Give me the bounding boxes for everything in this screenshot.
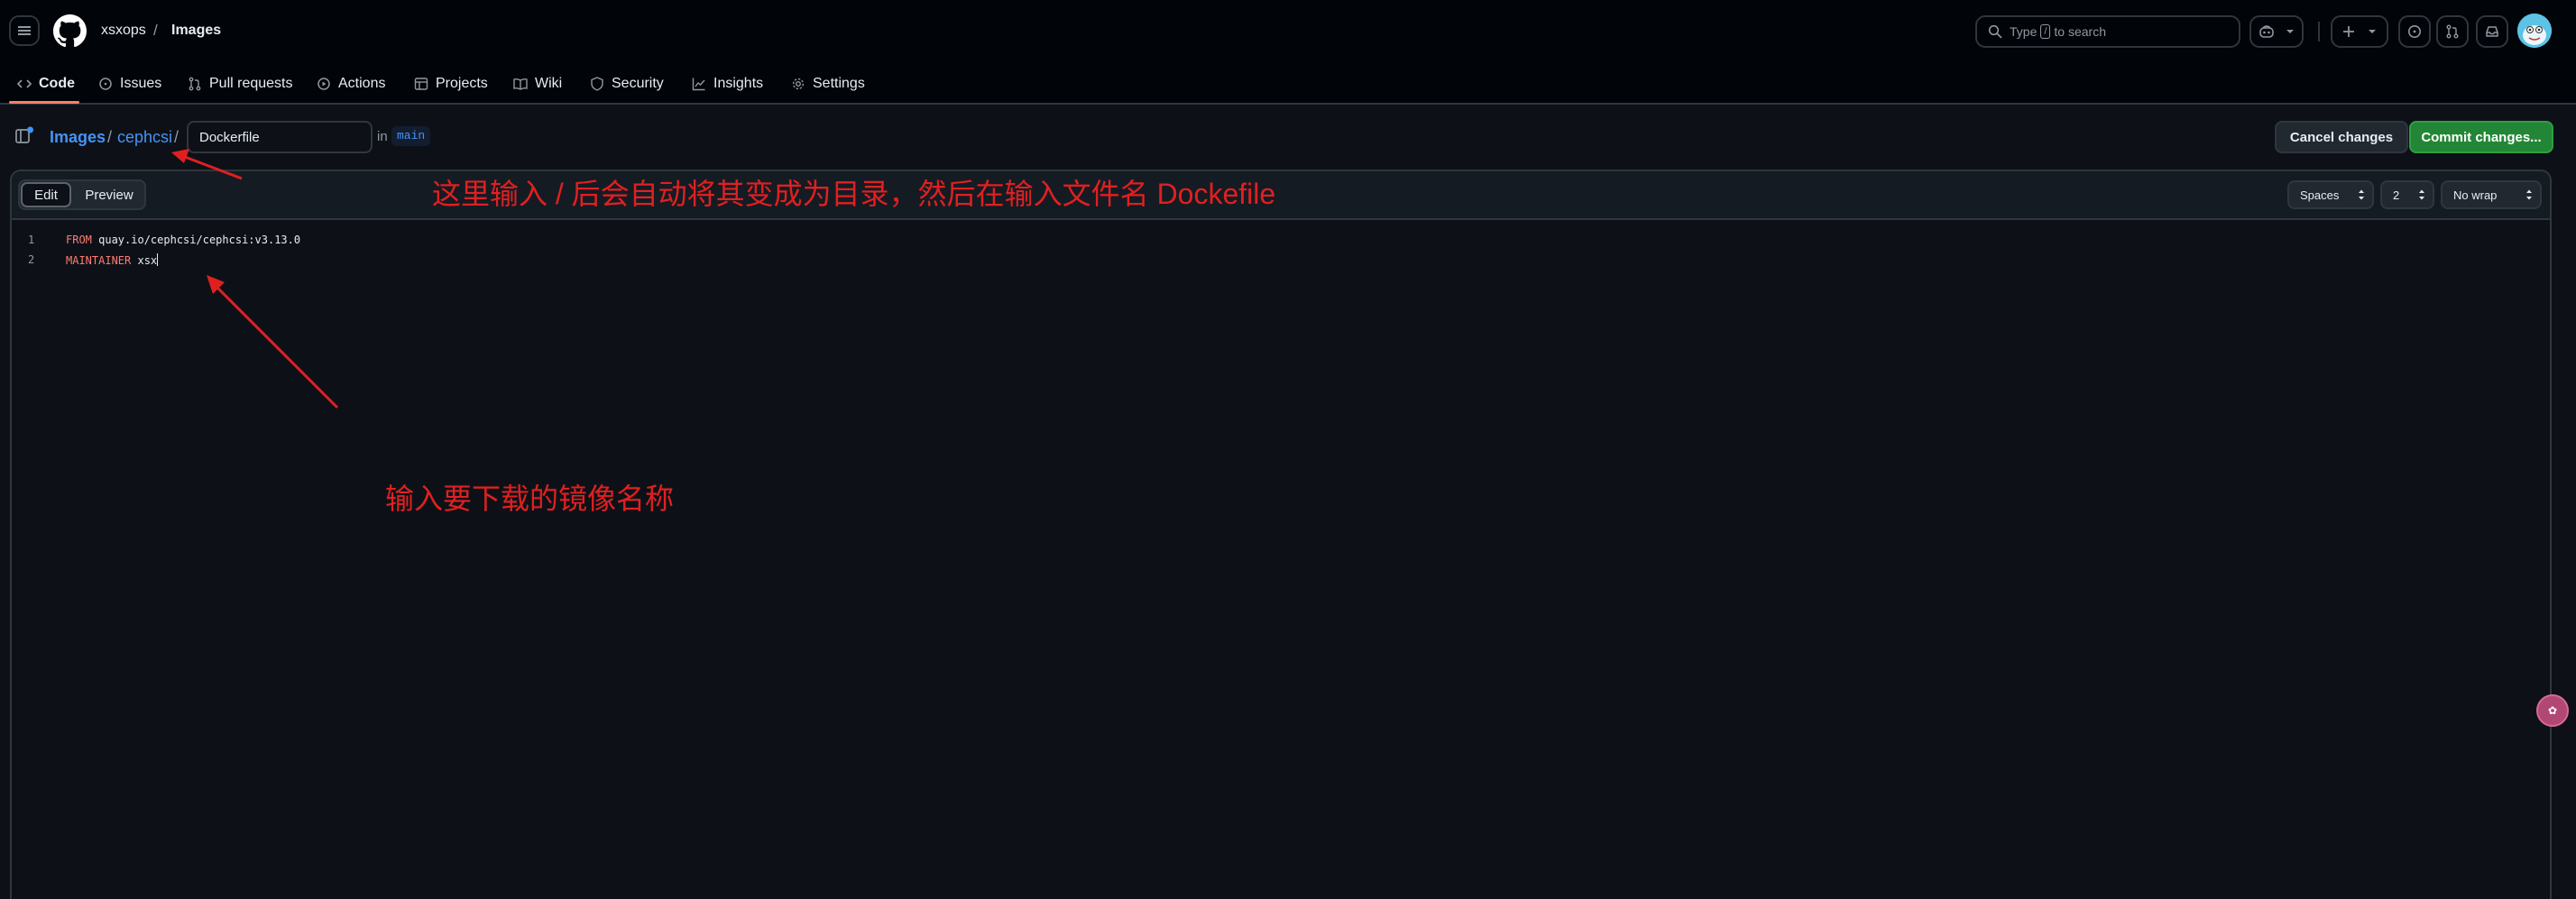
indent-size-select[interactable]: 2 [2380,180,2434,209]
tab-settings-label: Settings [813,76,865,91]
branch-in-label: in [377,129,388,144]
avatar-image [2517,14,2552,48]
tab-settings[interactable]: Settings [791,70,865,97]
issue-opened-icon [99,78,112,90]
tab-preview[interactable]: Preview [74,182,144,207]
file-path-bar: Images / cephcsi / in main Cancel change… [0,105,2576,170]
line-number: 2 [28,253,35,266]
tab-wiki[interactable]: Wiki [513,70,562,97]
header-divider [2318,22,2320,41]
text-cursor [157,253,159,266]
tab-issues-label: Issues [120,76,162,91]
tab-edit[interactable]: Edit [21,182,71,207]
cancel-changes-button[interactable]: Cancel changes [2275,121,2408,153]
create-new-button[interactable] [2331,15,2388,48]
tab-code[interactable]: Code [17,70,75,97]
global-header: xsxops / Images Type / to search [0,0,2576,63]
tab-security[interactable]: Security [590,70,664,97]
copilot-icon [2259,25,2274,38]
tab-wiki-label: Wiki [535,76,563,91]
repository-nav: Code Issues Pull requests Actions Projec… [0,63,2576,105]
tab-projects-label: Projects [436,76,488,91]
hamburger-icon [18,26,31,35]
code-editor: Edit Preview Spaces 2 No wrap 1 FROM qua… [10,170,2552,899]
notifications-button[interactable] [2476,15,2508,48]
tab-code-label: Code [39,76,75,91]
branch-name-badge: main [391,126,431,146]
chevron-down-icon [2369,30,2376,33]
search-prefix: Type [2010,24,2038,39]
file-tree-toggle-icon[interactable] [14,125,35,147]
code-text: xsx [131,254,158,267]
commit-changes-button[interactable]: Commit changes... [2409,121,2553,153]
line-number: 1 [28,234,35,246]
breadcrumb-separator: / [153,22,158,39]
breadcrumb-repo[interactable]: Images [171,23,221,39]
inbox-icon [2486,26,2498,37]
copilot-button[interactable] [2249,15,2304,48]
tab-actions-label: Actions [338,76,386,91]
editor-toolbar: Edit Preview Spaces 2 No wrap [12,171,2550,220]
tab-insights-label: Insights [713,76,764,91]
indent-size-value: 2 [2393,188,2400,202]
plus-icon [2343,26,2354,37]
code-text-area[interactable]: 1 FROM quay.io/cephcsi/cephcsi:v3.13.0 2… [12,220,2550,899]
code-icon [17,79,32,88]
git-pull-request-icon [189,77,201,91]
issue-opened-icon [2408,25,2421,38]
gear-icon [792,78,805,90]
tab-pull-requests-label: Pull requests [209,76,293,91]
git-pull-request-icon [2446,24,2459,39]
tab-insights[interactable]: Insights [692,70,763,97]
edit-preview-toggle: Edit Preview [18,179,146,210]
open-menu-button[interactable] [9,15,40,46]
path-repo-link[interactable]: Images [50,128,106,147]
code-line: MAINTAINER xsx [66,253,159,267]
your-pull-requests-button[interactable] [2436,15,2469,48]
user-avatar[interactable] [2517,14,2552,48]
wrap-mode-value: No wrap [2453,188,2498,202]
search-suffix: to search [2054,24,2107,39]
floating-assistant-icon[interactable]: ✿ [2536,694,2569,727]
search-shortcut-key: / [2040,24,2051,39]
tab-security-label: Security [612,76,664,91]
table-icon [414,78,428,90]
select-arrows-icon [2419,189,2424,200]
search-icon [1988,24,2002,39]
annotation-top-note: 这里输入 / 后会自动将其变成为目录，然后在输入文件名 Dockefile [432,178,1276,210]
github-logo-icon[interactable] [53,14,87,48]
select-arrows-icon [2359,189,2364,200]
path-directory-link[interactable]: cephcsi [117,128,172,147]
tab-projects[interactable]: Projects [414,70,488,97]
breadcrumb-owner[interactable]: xsxops [101,23,146,39]
chevron-down-icon [2286,30,2294,33]
active-tab-indicator [9,101,79,104]
shield-icon [591,77,603,91]
select-arrows-icon [2526,189,2532,200]
dockerfile-keyword: FROM [66,234,92,246]
path-separator: / [174,128,179,146]
book-icon [513,78,528,90]
code-text: quay.io/cephcsi/cephcsi:v3.13.0 [91,234,301,246]
code-line: FROM quay.io/cephcsi/cephcsi:v3.13.0 [66,234,300,246]
tab-actions[interactable]: Actions [317,70,385,97]
play-icon [317,78,330,90]
wrap-mode-select[interactable]: No wrap [2441,180,2542,209]
indent-mode-select[interactable]: Spaces [2287,180,2374,209]
filename-input[interactable] [187,121,373,153]
indent-mode-value: Spaces [2300,188,2340,202]
tab-pull-requests[interactable]: Pull requests [188,70,293,97]
graph-icon [692,78,705,91]
tab-issues[interactable]: Issues [98,70,161,97]
dockerfile-keyword: MAINTAINER [66,254,132,267]
search-input[interactable]: Type / to search [1975,15,2240,48]
annotation-bottom-note: 输入要下载的镜像名称 [385,482,675,515]
path-separator: / [107,128,113,146]
your-issues-button[interactable] [2398,15,2431,48]
